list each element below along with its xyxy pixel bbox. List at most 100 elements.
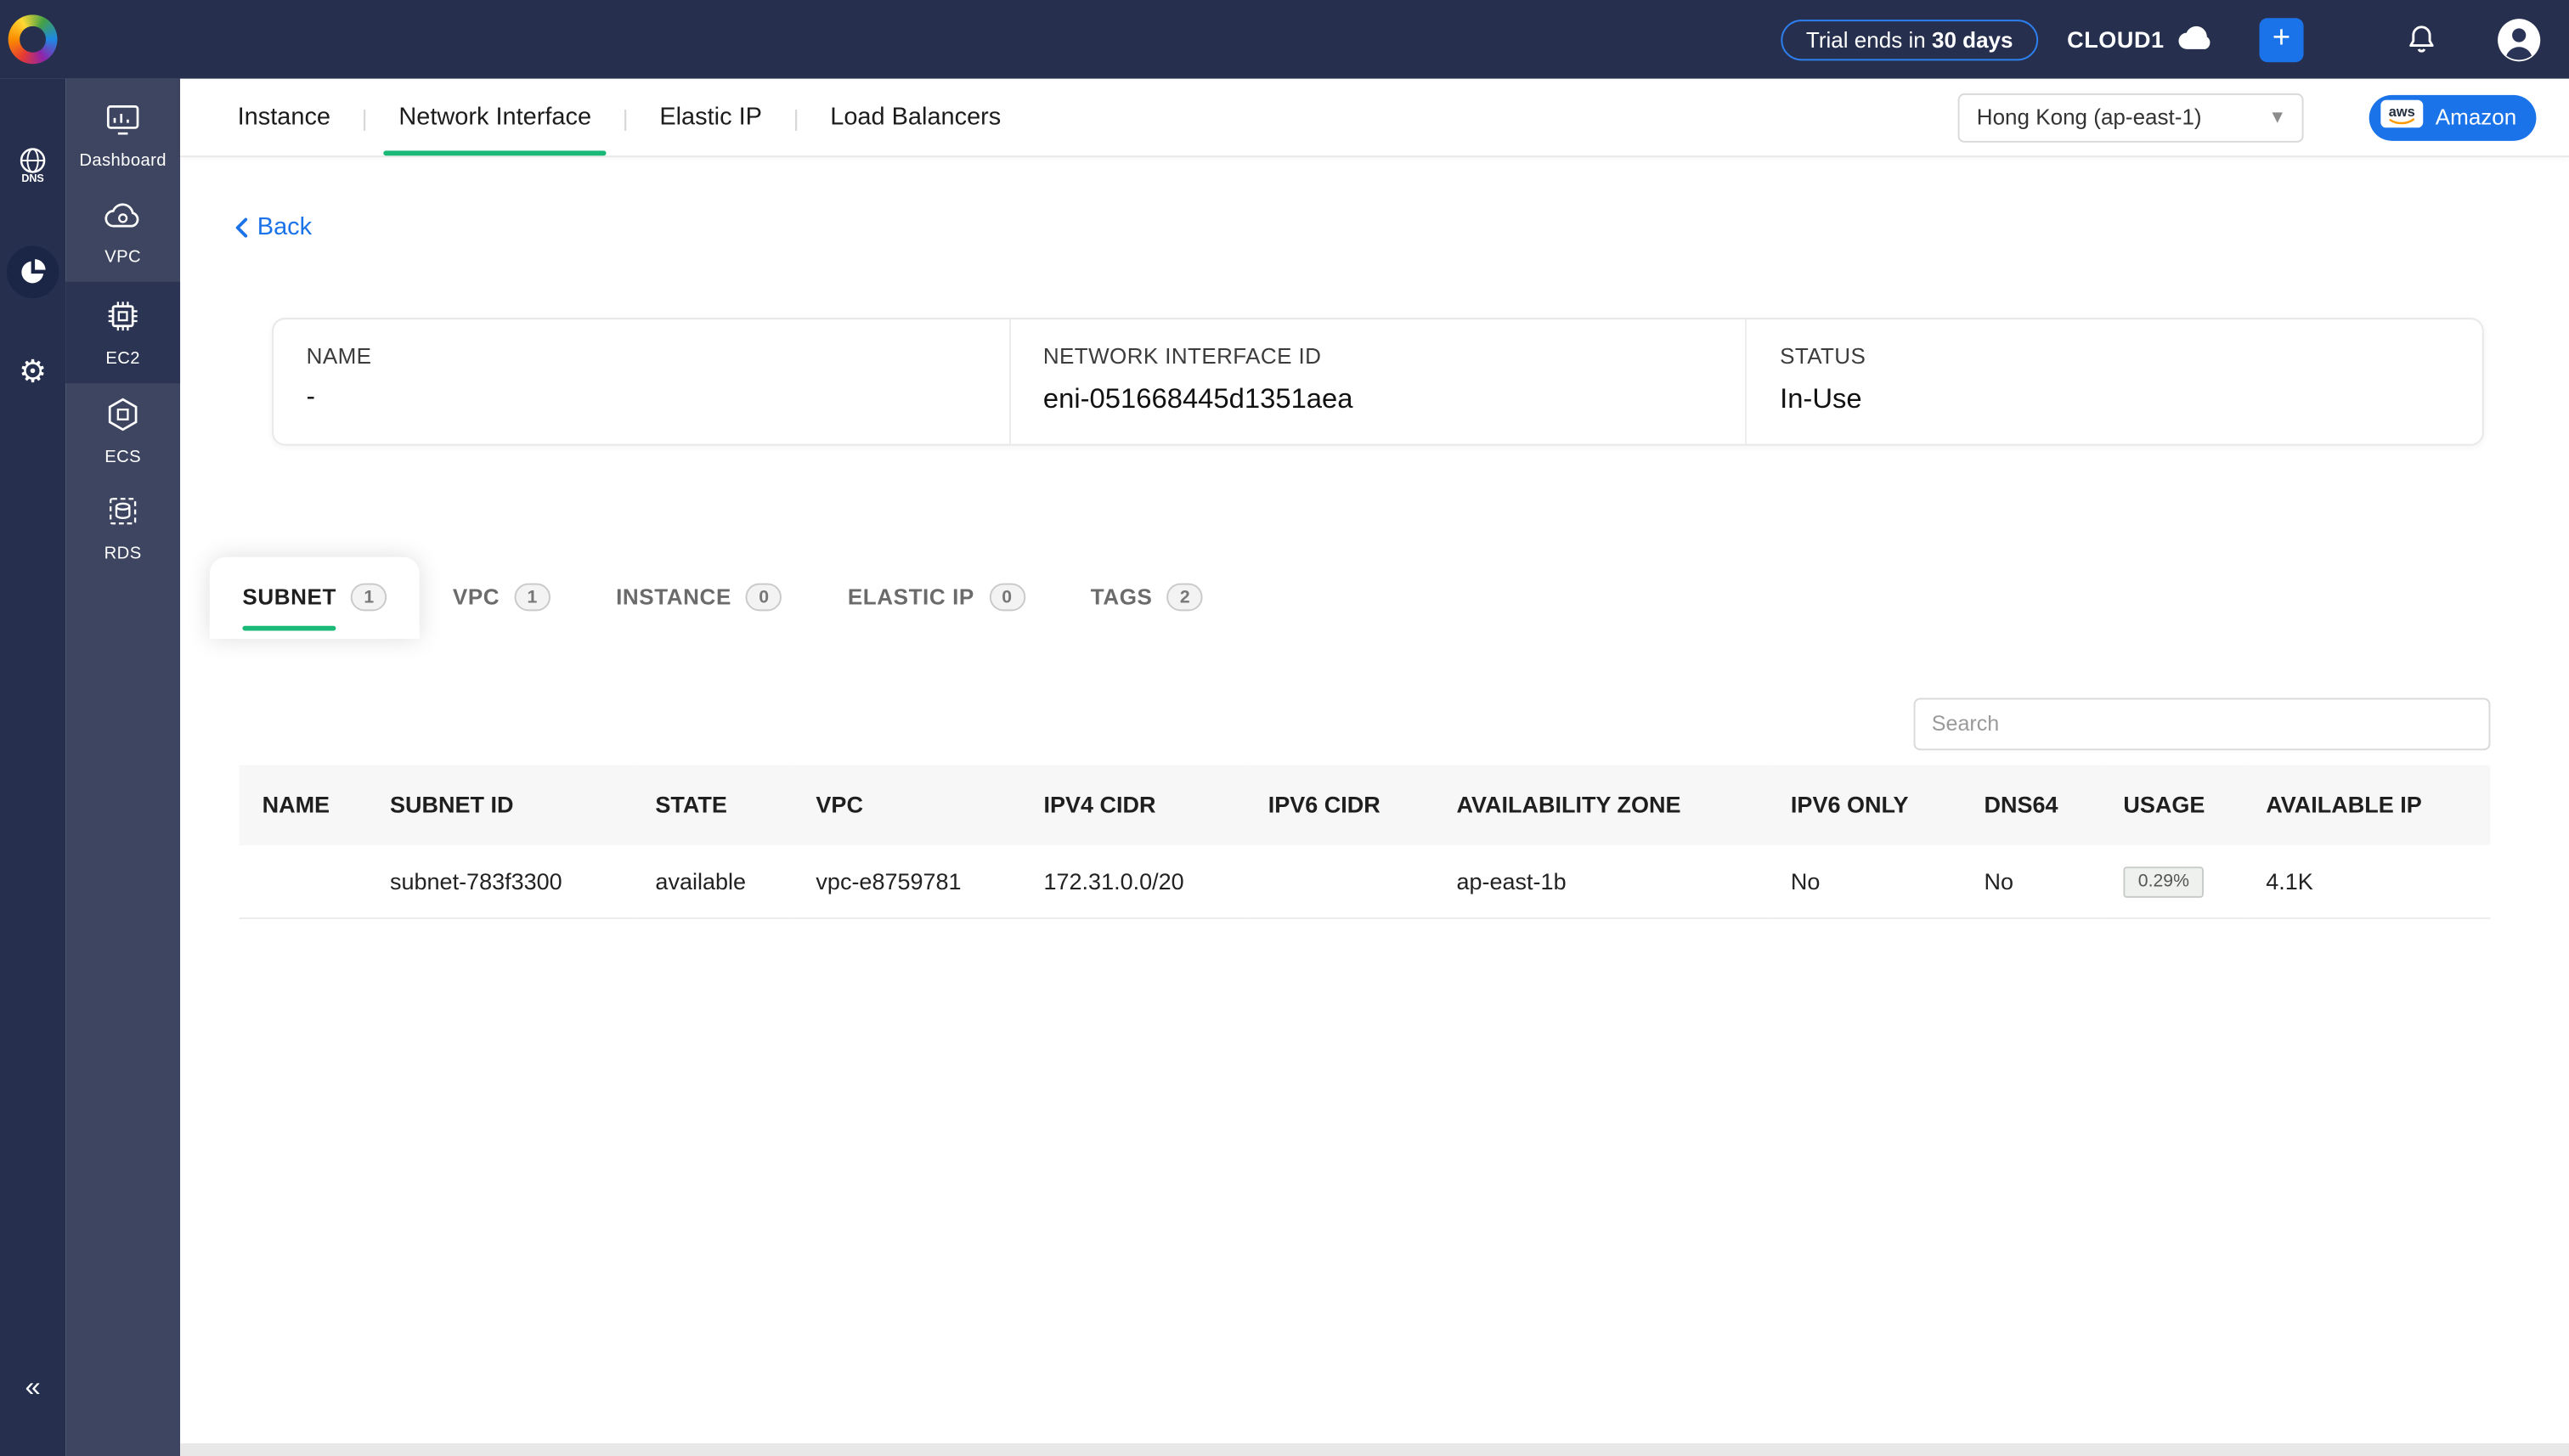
- add-button[interactable]: +: [2259, 17, 2303, 61]
- table-cell: available: [632, 844, 793, 918]
- summary-value: eni-051668445d1351aea: [1043, 382, 1746, 415]
- col-header: NAME: [240, 765, 367, 845]
- table-cell: [1245, 844, 1434, 918]
- provider-button[interactable]: aws Amazon: [2370, 94, 2537, 140]
- trial-days: 30 days: [1932, 27, 2013, 52]
- tab-label: ELASTIC IP: [848, 584, 974, 609]
- svg-text:DNS: DNS: [21, 172, 43, 184]
- sidebar-item-label: ECS: [104, 447, 141, 466]
- sidebar-item-ecs[interactable]: ECS: [65, 383, 180, 480]
- chevron-down-icon: ▼: [2268, 107, 2286, 127]
- table-body: subnet-783f3300availablevpc-e8759781172.…: [240, 844, 2491, 918]
- summary-label: NETWORK INTERFACE ID: [1043, 343, 1746, 368]
- summary-value: -: [307, 382, 1009, 412]
- count-badge: 1: [515, 584, 550, 612]
- search-row: [180, 697, 2490, 750]
- tab-subnet[interactable]: SUBNET 1: [210, 556, 420, 638]
- table-cell: No: [1768, 844, 1962, 918]
- detail-tabs: SUBNET 1 VPC 1 INSTANCE 0 ELASTIC IP 0 T…: [210, 556, 2569, 638]
- sidebar-item-label: VPC: [104, 247, 141, 267]
- back-link[interactable]: Back: [234, 213, 312, 241]
- tab-label: VPC: [453, 584, 500, 609]
- dashboard-icon: [104, 103, 140, 144]
- ec2-chip-icon: [104, 297, 140, 341]
- tab-instance[interactable]: Instance: [206, 79, 362, 156]
- nav-separator: |: [793, 104, 799, 130]
- sidebar-item-dashboard[interactable]: Dashboard: [65, 88, 180, 185]
- sidebar-item-label: Dashboard: [79, 150, 167, 170]
- summary-card: NAME - NETWORK INTERFACE ID eni-05166844…: [272, 317, 2484, 444]
- account-name: CLOUD1: [2067, 26, 2164, 53]
- account-menu[interactable]: CLOUD1: [2067, 24, 2213, 55]
- bottom-strip: [180, 1443, 2569, 1456]
- nav-separator: |: [362, 104, 368, 130]
- count-badge: 0: [746, 584, 782, 612]
- sidebar-item-rds[interactable]: RDS: [65, 480, 180, 577]
- rds-database-icon: [104, 493, 140, 537]
- topbar-right: Trial ends in 30 days CLOUD1 +: [1781, 17, 2569, 61]
- notifications-bell-icon[interactable]: [2405, 23, 2438, 56]
- user-avatar[interactable]: [2497, 17, 2541, 61]
- settings-gear-icon[interactable]: ⚙: [19, 351, 47, 393]
- tab-label: SUBNET: [242, 584, 336, 609]
- col-header: STATE: [632, 765, 793, 845]
- nav-separator: |: [623, 104, 629, 130]
- secondary-nav: Instance | Network Interface | Elastic I…: [180, 79, 2569, 158]
- tab-vpc[interactable]: VPC 1: [420, 556, 583, 638]
- trial-text: Trial ends in: [1806, 27, 1932, 52]
- sidebar-item-ec2[interactable]: EC2: [65, 282, 180, 384]
- sidebar-item-label: RDS: [104, 544, 142, 563]
- monitoring-pie-chart-icon[interactable]: [7, 245, 59, 298]
- summary-status: STATUS In-Use: [1746, 319, 2482, 443]
- collapse-sidebar-icon[interactable]: «: [25, 1371, 40, 1404]
- app-root: Trial ends in 30 days CLOUD1 + DNS ⚙: [0, 0, 2569, 1456]
- summary-label: STATUS: [1780, 343, 2482, 368]
- service-sidebar: Dashboard VPC EC2 ECS RDS: [65, 79, 180, 1456]
- sidebar-item-vpc[interactable]: VPC: [65, 185, 180, 282]
- dns-globe-icon[interactable]: DNS: [14, 144, 50, 187]
- search-input[interactable]: [1914, 697, 2491, 750]
- main-area: Instance | Network Interface | Elastic I…: [180, 79, 2569, 1456]
- region-selector[interactable]: Hong Kong (ap-east-1) ▼: [1959, 93, 2305, 142]
- table-cell: No: [1961, 844, 2100, 918]
- tab-elastic-ip[interactable]: Elastic IP: [629, 79, 793, 156]
- trial-badge[interactable]: Trial ends in 30 days: [1781, 19, 2037, 59]
- subnet-table: NAME SUBNET ID STATE VPC IPV4 CIDR IPV6 …: [240, 765, 2491, 919]
- icon-strip: DNS ⚙ «: [0, 79, 65, 1456]
- table-row[interactable]: subnet-783f3300availablevpc-e8759781172.…: [240, 844, 2491, 918]
- content: Back NAME - NETWORK INTERFACE ID eni-051…: [180, 157, 2569, 919]
- col-header: IPV4 CIDR: [1020, 765, 1245, 845]
- table-header: NAME SUBNET ID STATE VPC IPV4 CIDR IPV6 …: [240, 765, 2491, 845]
- tab-network-interface[interactable]: Network Interface: [368, 79, 623, 156]
- brand-logo-icon[interactable]: [8, 14, 58, 64]
- col-header: USAGE: [2100, 765, 2243, 845]
- vpc-cloud-icon: [103, 200, 142, 240]
- table-cell: 172.31.0.0/20: [1020, 844, 1245, 918]
- col-header: IPV6 ONLY: [1768, 765, 1962, 845]
- ecs-hexagon-icon: [104, 397, 140, 441]
- col-header: IPV6 CIDR: [1245, 765, 1434, 845]
- table-cell: [240, 844, 367, 918]
- topbar: Trial ends in 30 days CLOUD1 +: [0, 0, 2569, 79]
- cloud-icon: [2177, 24, 2213, 55]
- summary-interface-id: NETWORK INTERFACE ID eni-051668445d1351a…: [1008, 319, 1745, 443]
- tab-tags[interactable]: TAGS 2: [1058, 556, 1236, 638]
- tab-label: TAGS: [1091, 584, 1153, 609]
- tab-instance-detail[interactable]: INSTANCE 0: [584, 556, 816, 638]
- summary-name: NAME -: [274, 319, 1008, 443]
- table-cell: 0.29%: [2100, 844, 2243, 918]
- tab-elastic-ip-detail[interactable]: ELASTIC IP 0: [815, 556, 1058, 638]
- table-cell: ap-east-1b: [1433, 844, 1767, 918]
- count-badge: 2: [1167, 584, 1203, 612]
- sidebar-item-label: EC2: [105, 348, 140, 368]
- col-header: AVAILABLE IP: [2243, 765, 2490, 845]
- summary-value: In-Use: [1780, 382, 2482, 415]
- back-label: Back: [257, 213, 312, 241]
- col-header: VPC: [793, 765, 1020, 845]
- table-cell: subnet-783f3300: [367, 844, 632, 918]
- count-badge: 1: [351, 584, 387, 612]
- count-badge: 0: [989, 584, 1025, 612]
- summary-label: NAME: [307, 343, 1009, 368]
- tab-load-balancers[interactable]: Load Balancers: [799, 79, 1032, 156]
- col-header: DNS64: [1961, 765, 2100, 845]
